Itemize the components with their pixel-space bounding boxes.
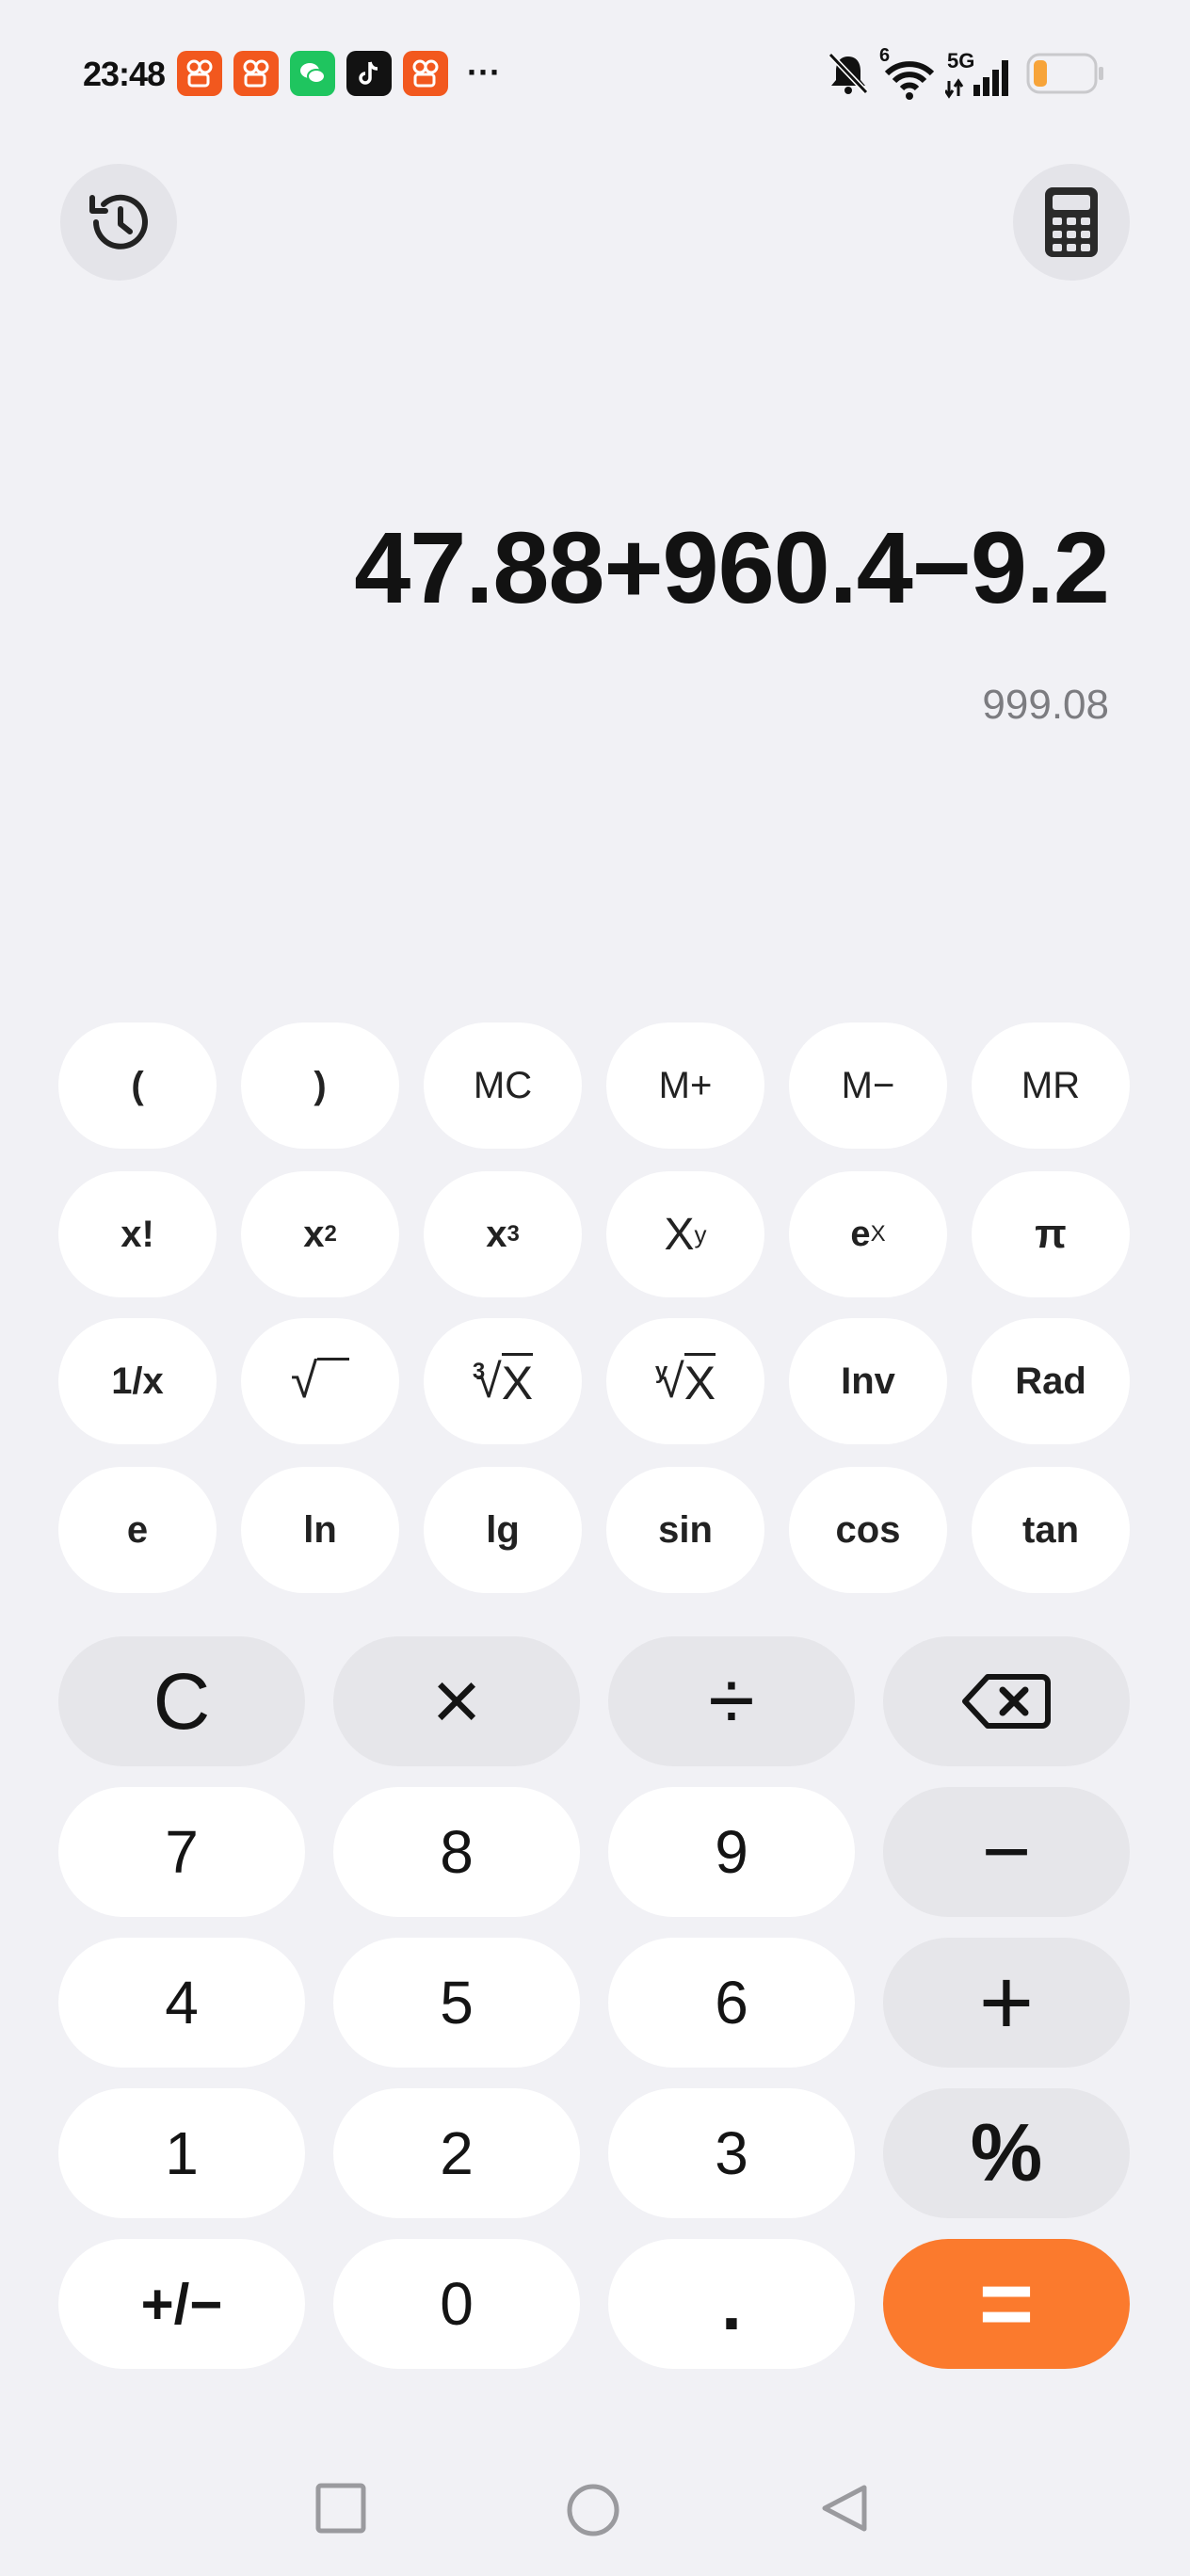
minus-key[interactable]: − — [883, 1787, 1130, 1917]
exp-exponent: X — [870, 1221, 886, 1247]
digit-1-key[interactable]: 1 — [58, 2088, 305, 2218]
bell-muted-icon — [828, 52, 869, 95]
backspace-icon — [962, 1674, 1051, 1729]
sqrt-bar — [317, 1357, 350, 1398]
factorial-key[interactable]: x! — [58, 1171, 217, 1297]
factorial-label: x! — [121, 1213, 154, 1255]
multiply-key[interactable]: × — [333, 1636, 580, 1766]
square-key[interactable]: x2 — [241, 1171, 399, 1297]
cube-base: x — [486, 1213, 507, 1255]
signal-5g-icon — [945, 60, 1008, 99]
divide-key[interactable]: ÷ — [608, 1636, 855, 1766]
calculator-mode-button[interactable] — [1013, 164, 1130, 281]
radian-label: Rad — [1015, 1360, 1086, 1402]
digit-3-key[interactable]: 3 — [608, 2088, 855, 2218]
status-time: 23:48 — [83, 55, 166, 93]
wechat-icon — [290, 51, 335, 96]
cube-key[interactable]: x3 — [424, 1171, 582, 1297]
reciprocal-label: 1/x — [111, 1360, 164, 1402]
open-paren-key[interactable]: ( — [58, 1022, 217, 1149]
cube-root-radicand: X — [501, 1352, 534, 1410]
inverse-key[interactable]: Inv — [789, 1318, 947, 1444]
y-root-radicand: X — [683, 1352, 716, 1410]
digit-7-key[interactable]: 7 — [58, 1787, 305, 1917]
kuaishou-icon — [233, 51, 279, 96]
triangle-back-icon[interactable] — [819, 2482, 872, 2535]
digit-0-key[interactable]: 0 — [333, 2239, 580, 2369]
sign-toggle-key[interactable]: +/− — [58, 2239, 305, 2369]
digit-9-key[interactable]: 9 — [608, 1787, 855, 1917]
backspace-key[interactable] — [883, 1636, 1130, 1766]
clear-key[interactable]: C — [58, 1636, 305, 1766]
result-preview: 999.08 — [982, 682, 1109, 728]
euler-key[interactable]: e — [58, 1467, 217, 1593]
cube-root-index: 3 — [472, 1359, 486, 1384]
close-paren-key[interactable]: ) — [241, 1022, 399, 1149]
circle-icon[interactable] — [565, 2482, 621, 2538]
sqrt-symbol: √ — [290, 1354, 318, 1409]
sin-key[interactable]: sin — [606, 1467, 764, 1593]
kuaishou-icon — [403, 51, 448, 96]
kuaishou-icon — [177, 51, 222, 96]
tiktok-icon — [346, 51, 392, 96]
history-button[interactable] — [60, 164, 177, 281]
wifi-badge: 6 — [879, 45, 891, 66]
history-icon — [89, 194, 148, 250]
exp-key[interactable]: eX — [789, 1171, 947, 1297]
square-base: x — [303, 1213, 325, 1255]
power-base: X — [664, 1209, 695, 1260]
status-bar: 23:48 ··· 6 5G — [0, 0, 1190, 151]
reciprocal-key[interactable]: 1/x — [58, 1318, 217, 1444]
memory-add-key[interactable]: M+ — [606, 1022, 764, 1149]
more-notifications-icon: ··· — [467, 53, 501, 91]
exp-base: e — [850, 1214, 871, 1254]
battery-icon — [1026, 53, 1103, 94]
calculator-icon — [1045, 187, 1098, 257]
square-icon[interactable] — [314, 2482, 367, 2535]
digit-8-key[interactable]: 8 — [333, 1787, 580, 1917]
memory-recall-key[interactable]: MR — [972, 1022, 1130, 1149]
memory-subtract-key[interactable]: M− — [789, 1022, 947, 1149]
lg-key[interactable]: lg — [424, 1467, 582, 1593]
sqrt-key[interactable]: √ — [241, 1318, 399, 1444]
expression-display: 47.88+960.4−9.2 — [354, 510, 1110, 624]
cube-exponent: 3 — [507, 1221, 520, 1247]
digit-2-key[interactable]: 2 — [333, 2088, 580, 2218]
cube-root-key[interactable]: 3 √ X — [424, 1318, 582, 1444]
percent-key[interactable]: % — [883, 2088, 1130, 2218]
digit-6-key[interactable]: 6 — [608, 1938, 855, 2068]
inverse-label: Inv — [841, 1360, 895, 1402]
tan-key[interactable]: tan — [972, 1467, 1130, 1593]
plus-key[interactable]: + — [883, 1938, 1130, 2068]
y-root-key[interactable]: y √ X — [606, 1318, 764, 1444]
digit-4-key[interactable]: 4 — [58, 1938, 305, 2068]
equals-key[interactable]: = — [883, 2239, 1130, 2369]
memory-clear-key[interactable]: MC — [424, 1022, 582, 1149]
digit-5-key[interactable]: 5 — [333, 1938, 580, 2068]
square-exponent: 2 — [324, 1221, 337, 1247]
ln-key[interactable]: ln — [241, 1467, 399, 1593]
y-root-index: y — [654, 1359, 668, 1384]
power-key[interactable]: Xy — [606, 1171, 764, 1297]
decimal-key[interactable]: . — [608, 2239, 855, 2369]
cos-key[interactable]: cos — [789, 1467, 947, 1593]
radian-key[interactable]: Rad — [972, 1318, 1130, 1444]
pi-key[interactable]: π — [972, 1171, 1130, 1297]
power-exponent: y — [694, 1219, 707, 1248]
pi-label: π — [1035, 1211, 1067, 1257]
